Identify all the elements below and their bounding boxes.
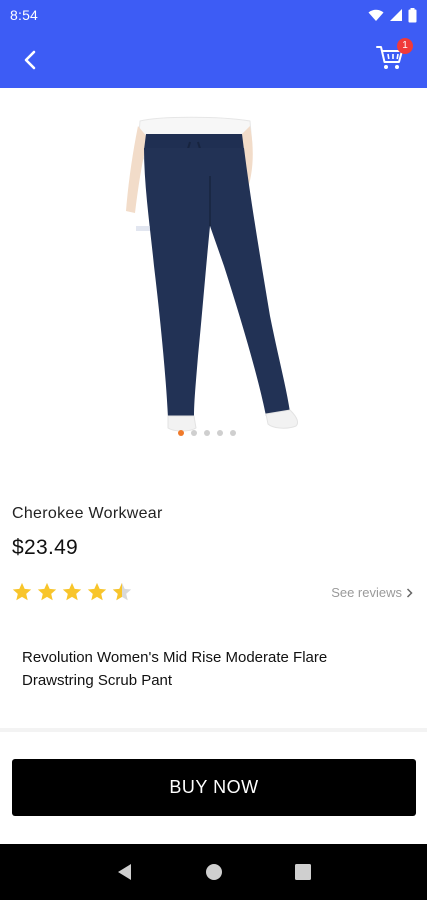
carousel-dot[interactable]	[230, 430, 236, 436]
see-reviews-link[interactable]: See reviews	[331, 585, 413, 600]
status-bar: 8:54	[0, 0, 427, 30]
star-icon	[62, 582, 82, 601]
wifi-icon	[368, 9, 384, 21]
star-icon	[12, 582, 32, 601]
product-brand: Cherokee Workwear	[12, 505, 163, 522]
nav-home-icon[interactable]	[205, 863, 223, 881]
status-icons	[368, 7, 417, 23]
system-nav-bar	[0, 844, 427, 900]
back-button[interactable]	[14, 44, 46, 76]
section-divider	[0, 728, 427, 732]
product-description: Revolution Women's Mid Rise Moderate Fla…	[22, 649, 328, 689]
cart-count-badge: 1	[397, 38, 413, 54]
nav-back-icon[interactable]	[116, 863, 134, 881]
star-half-icon	[112, 582, 132, 601]
signal-icon	[390, 9, 402, 21]
carousel-dot[interactable]	[178, 430, 184, 436]
battery-icon	[408, 7, 417, 22]
product-price: $23.49	[12, 536, 79, 559]
carousel-dot[interactable]	[217, 430, 223, 436]
app-bar: 1	[0, 30, 427, 88]
carousel-indicator	[178, 430, 236, 436]
nav-recents-icon[interactable]	[295, 864, 312, 880]
buy-now-button[interactable]: BUY NOW	[12, 759, 416, 816]
cart-button[interactable]: 1	[375, 38, 413, 76]
chevron-right-icon	[406, 587, 413, 598]
star-icon	[87, 582, 107, 601]
star-icon	[37, 582, 57, 601]
see-reviews-label: See reviews	[331, 585, 402, 600]
status-time: 8:54	[10, 7, 39, 23]
chevron-left-icon	[24, 50, 36, 70]
product-image	[126, 116, 299, 432]
carousel-dot[interactable]	[204, 430, 210, 436]
star-rating	[11, 581, 133, 603]
product-image-carousel[interactable]	[0, 88, 427, 448]
carousel-dot[interactable]	[191, 430, 197, 436]
